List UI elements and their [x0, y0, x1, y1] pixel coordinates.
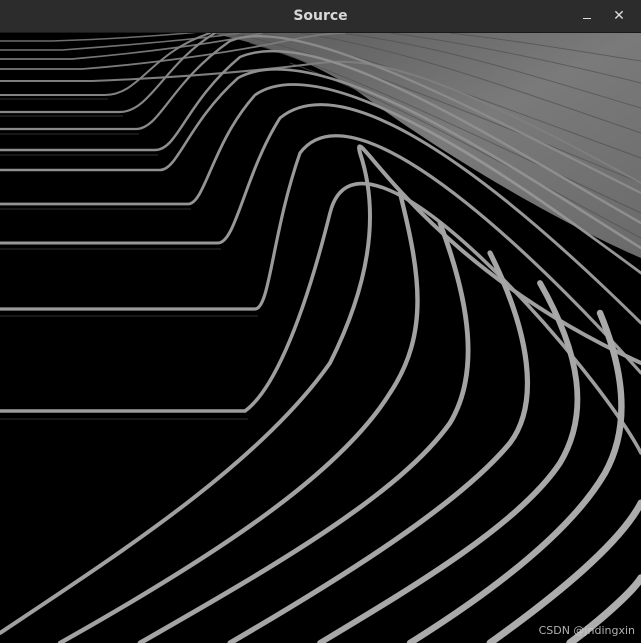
window-title: Source [293, 8, 348, 24]
watermark-text: CSDN @jndingxin [538, 624, 635, 637]
minimize-button[interactable] [575, 5, 599, 27]
close-button[interactable]: ✕ [607, 5, 631, 27]
minimize-icon [583, 18, 591, 19]
close-icon: ✕ [613, 8, 625, 24]
image-canvas: CSDN @jndingxin [0, 33, 641, 643]
title-bar[interactable]: Source ✕ [0, 0, 641, 33]
image-viewer-window: Source ✕ CSDN @jndingxin [0, 0, 641, 643]
source-photo [0, 33, 641, 643]
